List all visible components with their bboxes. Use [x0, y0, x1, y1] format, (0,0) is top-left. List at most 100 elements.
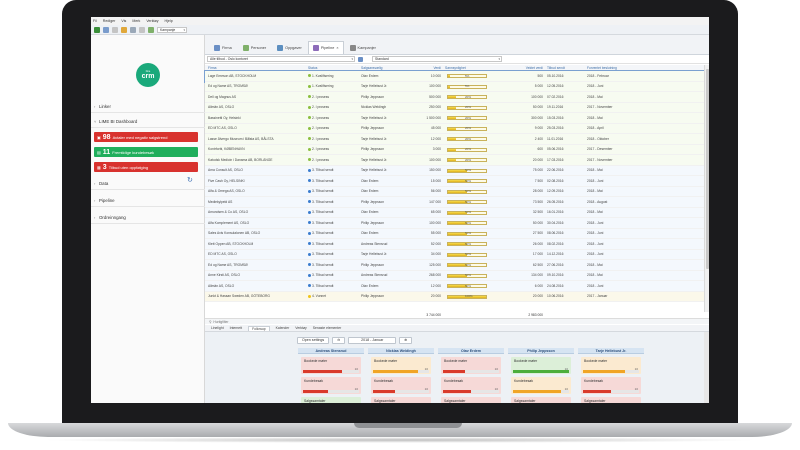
quickfilter-bar[interactable]: ⚲ Hurtigfilter	[205, 318, 709, 324]
followup-card[interactable]: Kundebesøk 10	[441, 377, 501, 394]
table-row[interactable]: Allmän AS, OSLO 3. Tilbud sendt Olav Erdem…	[205, 281, 709, 292]
followup-card[interactable]: Kundebesøk 10	[511, 377, 571, 394]
followup-scrollbar[interactable]	[704, 332, 709, 403]
menu-item-hjelp[interactable]: Hjelp	[165, 19, 173, 23]
refresh-icon[interactable]	[148, 26, 154, 33]
cell-probability: 50%	[445, 166, 501, 176]
table-row[interactable]: Lasse Älvergo Museum i Bålsta AS, BÅLSTA…	[205, 134, 709, 145]
followup-card-label: Salgssamtaler	[514, 399, 536, 403]
table-scrollbar[interactable]	[704, 65, 709, 312]
bottom-tab-internett[interactable]: Internett	[230, 326, 242, 330]
cell-status: 1. Kvalifisering	[308, 82, 358, 92]
table-row[interactable]: Klett Oppen AB, STOCKHOLM 3. Tilbud sendt…	[205, 239, 709, 250]
tab-oppgaver[interactable]: Oppgaver	[272, 41, 307, 54]
followup-card[interactable]: Salgssamtaler15	[581, 397, 641, 403]
menu-item-vis[interactable]: Vis	[121, 19, 126, 23]
document-icon: ▦	[97, 164, 101, 170]
cell-status: 2. I prosess	[308, 113, 358, 123]
followup-progress-bar	[443, 390, 499, 393]
sidebar-item-data[interactable]: › Data	[91, 178, 205, 190]
followup-column: Andreas Stensrud Bookede møter 10 Kundebesø…	[298, 348, 364, 403]
table-row[interactable]: Sales Axis Konsulalonen AB, OSLO 3. Tilbu…	[205, 228, 709, 239]
sidebar-item-linker[interactable]: › Linker	[91, 101, 205, 113]
menu-item-verktøy[interactable]: Verktøy	[146, 19, 158, 23]
alert-offers-no-followup[interactable]: ▦ 3 Tilbud uten oppfølging	[94, 162, 198, 172]
followup-card[interactable]: Salgssamtaler15	[371, 397, 431, 403]
table-row[interactable]: Ed og Name AS, TROMSØ 3. Tilbud sendt Phil…	[205, 260, 709, 271]
alert-negative-trend[interactable]: ▣ 98 Avtaler med negativ salgstrend	[94, 132, 198, 142]
save-icon[interactable]	[112, 26, 118, 33]
status-dot-icon	[308, 242, 311, 246]
tab-firma[interactable]: Firma	[209, 41, 237, 54]
column-header[interactable]: Sannsynlighet	[445, 65, 501, 70]
table-row[interactable]: Allmän AS, OSLO 2. I prosess Nicklas Weldi…	[205, 102, 709, 113]
followup-card[interactable]: Salgssamtaler15	[441, 397, 501, 403]
list-icon[interactable]	[358, 56, 363, 62]
table-row[interactable]: Alfa Komplement AS, OSLO 3. Tilbud sendt P…	[205, 218, 709, 229]
followup-card[interactable]: Kundebesøk 10	[301, 377, 361, 394]
table-row[interactable]: Amundsen & Co AS, OSLO 3. Tilbud sendt Ola…	[205, 207, 709, 218]
bottom-tab-senaste-elementer[interactable]: Senaste elementer	[313, 326, 341, 330]
scrollbar-thumb[interactable]	[706, 69, 709, 269]
column-header[interactable]: Verdi	[397, 65, 443, 70]
print-icon[interactable]	[130, 26, 136, 33]
table-row[interactable]: ED MTC AS, OSLO 2. I prosess Philip Jeppss…	[205, 123, 709, 134]
next-period-icon[interactable]: ⊕	[399, 336, 413, 344]
table-row[interactable]: Mediekylpeld AS 3. Tilbud sendt Philip Jep…	[205, 197, 709, 208]
menu-item-fil[interactable]: Fil	[93, 19, 97, 23]
prev-period-icon[interactable]: ⊖	[332, 336, 346, 344]
table-row[interactable]: ED MTC AS, OSLO 3. Tilbud sendt Tarje Hell…	[205, 249, 709, 260]
followup-card[interactable]: Bookede møter 10	[511, 357, 571, 374]
sidebar-item-dashboard[interactable]: ˅ LIME BI Dashboard	[91, 116, 205, 128]
column-header[interactable]: Forventet beslutning	[587, 65, 647, 70]
menu-item-rediger[interactable]: Rediger	[103, 19, 116, 23]
table-row[interactable]: Katodsk Medicin i Danama AB, BORLÄNGE 2. …	[205, 155, 709, 166]
table-row[interactable]: Ama Consult AS, OSLO 3. Tilbud sendt Tarje…	[205, 165, 709, 176]
followup-card[interactable]: Bookede møter 10	[441, 357, 501, 374]
followup-card[interactable]: Salgssamtaler15	[301, 397, 361, 403]
tab-kampanjer[interactable]: Kampanjer	[345, 41, 381, 54]
table-row[interactable]: Five Cash Oy, HELSINKI 3. Tilbud sendt Ola…	[205, 176, 709, 187]
followup-card[interactable]: Kundebesøk 10	[581, 377, 641, 394]
table-row[interactable]: Alfa & Omega AS, OSLO 3. Tilbud sendt Olav…	[205, 186, 709, 197]
followup-card[interactable]: Bookede møter 10	[301, 357, 361, 374]
view-select[interactable]: Standard ▾	[372, 56, 502, 62]
edit-icon[interactable]	[121, 26, 127, 33]
table-row[interactable]: Kontrforbi, KØBENHAVN 2. I prosess Philip …	[205, 144, 709, 155]
mail-icon[interactable]	[139, 26, 145, 33]
column-header[interactable]: Status	[308, 65, 358, 70]
bottom-tab-linelight[interactable]: Linelight	[211, 326, 224, 330]
table-row[interactable]: Junkt & Hassan Sweden AB, GÖTEBORG 4. Vun…	[205, 291, 709, 302]
tab-pipeline[interactable]: Pipeline ×	[307, 41, 344, 54]
table-row[interactable]: Ed og Name AS, TROMSØ 1. Kvalifisering Tar…	[205, 81, 709, 92]
followup-card[interactable]: Salgssamtaler15	[511, 397, 571, 403]
table-row[interactable]: Lage Emeson AB, STOCKHOLM 1. Kvalifiserin…	[204, 70, 709, 83]
new-record-icon[interactable]	[103, 26, 109, 33]
bottom-tab-followup[interactable]: Followup	[248, 325, 270, 331]
toolbar-dropdown[interactable]: Kampanje ▾	[157, 26, 187, 33]
tab-personer[interactable]: Personer	[238, 41, 271, 54]
open-settings-button[interactable]: Open settings	[297, 336, 330, 344]
menu-item-merk[interactable]: Merk	[132, 19, 140, 23]
close-icon[interactable]: ×	[336, 46, 338, 50]
followup-card[interactable]: Bookede møter 10	[371, 357, 431, 374]
column-header[interactable]: Firma	[208, 65, 306, 70]
period-field[interactable]: 2018 - Januar	[348, 336, 397, 344]
followup-card[interactable]: Bookede møter 10	[581, 357, 641, 374]
alert-future-visits[interactable]: ▤ 11 Fremtidige kundebesøk	[94, 147, 198, 157]
table-row[interactable]: Dell og Magnus AS 2. I prosess Philip Jepp…	[205, 92, 709, 103]
column-header[interactable]: Tilbud sendt	[547, 65, 585, 70]
sidebar-item-ordreinngang[interactable]: › Ordreinngang	[91, 212, 205, 224]
table-row[interactable]: Anne Kirsti AS, OSLO 3. Tilbud sendt Andre…	[205, 270, 709, 281]
bottom-tab-verktøy[interactable]: Verktøy	[295, 326, 307, 330]
cell-probability: 20%	[445, 103, 501, 113]
cell-verdi: 100 000	[429, 220, 441, 225]
filter-select[interactable]: Alle tilbud - Oslo kontoret ▾	[207, 56, 355, 62]
back-icon[interactable]	[94, 26, 100, 33]
column-header[interactable]: Vektet verdi	[503, 65, 545, 70]
status-text: 2. I prosess	[312, 136, 330, 141]
followup-card[interactable]: Kundebesøk 10	[371, 377, 431, 394]
table-row[interactable]: Bassinetti Oy, Helsinki 2. I prosess Tarje…	[205, 113, 709, 124]
sidebar-item-pipeline[interactable]: › Pipeline	[91, 195, 205, 207]
bottom-tab-kalender[interactable]: Kalender	[276, 326, 290, 330]
